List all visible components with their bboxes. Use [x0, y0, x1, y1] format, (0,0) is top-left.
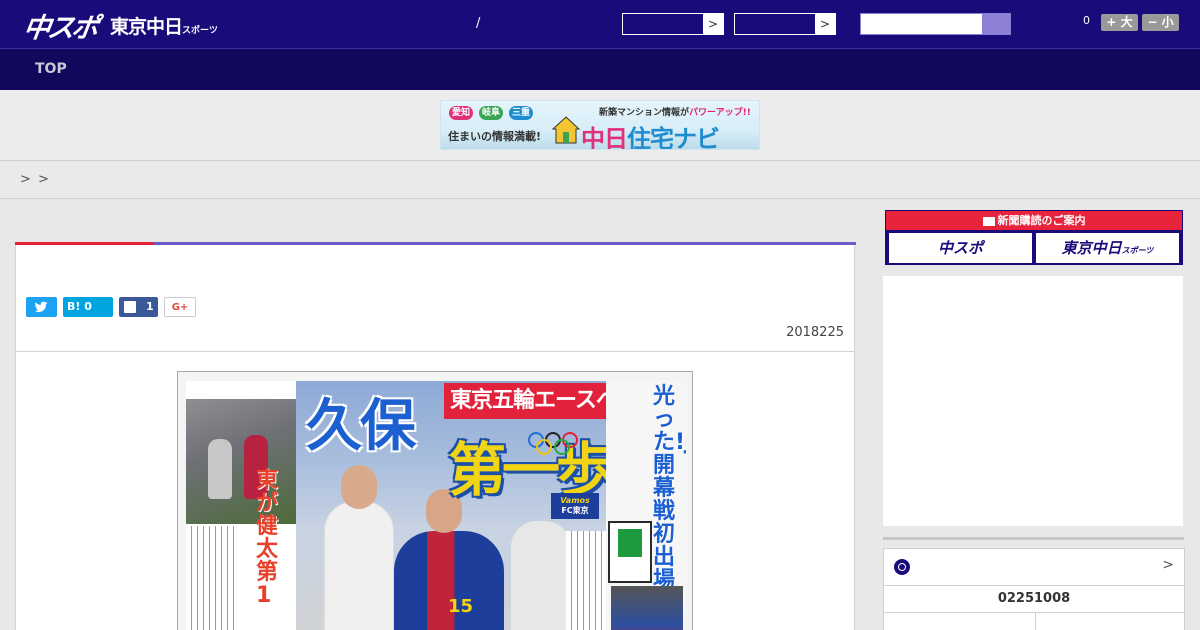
share-gplus-button[interactable]: G+	[164, 297, 196, 317]
breadcrumb: > >	[0, 162, 1200, 199]
subscription-header-text: 新聞購読のご案内	[997, 214, 1086, 227]
pill-gifu: 岐阜	[479, 106, 503, 120]
nav-item-top[interactable]: TOP	[35, 61, 67, 77]
front-page-inner: 15 東が健太第1 久保 東京五輪エースへ 第一歩 Vamos FC東京 光った!…	[186, 381, 686, 630]
player-number: 15	[448, 596, 474, 617]
banner-tagline: 新築マンション情報がパワーアップ!!	[599, 105, 751, 118]
facebook-count: 1	[146, 300, 154, 313]
article-divider	[16, 351, 854, 352]
breadcrumb-separator: >	[38, 172, 49, 187]
search-button[interactable]	[982, 14, 1010, 34]
header-count: 0	[1083, 14, 1090, 27]
widget-more-link[interactable]: >	[1162, 557, 1174, 573]
headline-red-banner: 東京五輪エースへ	[444, 383, 623, 419]
inset-photo-2	[611, 586, 683, 630]
share-facebook-button[interactable]: 1	[119, 297, 158, 317]
subscription-box: 新聞購読のご案内 中スポ 東京中日スポーツ	[885, 210, 1183, 265]
subscribe-tokyo-small: スポーツ	[1121, 246, 1154, 255]
article-card: B! 0 1 G+ 2018225 15 東が健太第1 久保 東京五輪エースへ …	[15, 242, 856, 630]
sponsor-logo: Vamos	[560, 496, 590, 505]
house-icon	[551, 116, 581, 144]
banner-tagline-b: パワーアップ!!	[689, 108, 751, 118]
ad-band: 愛知 岐阜 三重 住まいの情報満載! 新築マンション情報がパワーアップ!! 中日…	[0, 90, 1200, 161]
banner-subtitle: 住まいの情報満載!	[448, 130, 542, 143]
font-size-smaller-button[interactable]: − 小	[1142, 14, 1179, 31]
chevron-right-icon: >	[703, 14, 723, 34]
font-size-larger-button[interactable]: + 大	[1101, 14, 1138, 31]
j-league-logo-box	[608, 521, 652, 583]
headline-main: 久保	[306, 394, 416, 459]
sidebar-ad-slot[interactable]	[883, 276, 1183, 526]
baseball-icon	[894, 559, 910, 575]
club-badge: Vamos FC東京	[551, 493, 599, 519]
tokyo-chunichi-logo-text: 東京中日	[110, 16, 183, 38]
chevron-right-icon: >	[815, 14, 835, 34]
banner-tagline-a: 新築マンション情報が	[599, 108, 690, 118]
facebook-icon	[124, 301, 136, 313]
widget-divider	[884, 612, 1184, 613]
breadcrumb-separator: >	[20, 172, 31, 187]
pill-mie: 三重	[509, 106, 533, 120]
j-league-icon	[618, 529, 642, 557]
subscribe-tokyo-text: 東京中日	[1061, 239, 1122, 257]
share-hatena-button[interactable]: B! 0	[63, 297, 113, 317]
article-accent-red	[15, 242, 154, 245]
subscribe-chuspo-button[interactable]: 中スポ	[889, 233, 1032, 263]
club-badge-text: FC東京	[561, 506, 589, 515]
inset-player-1	[208, 439, 232, 499]
newspaper-icon	[982, 216, 995, 226]
tokyo-chunichi-logo[interactable]: 東京中日スポーツ	[110, 12, 218, 39]
widget-vertical-divider	[1035, 613, 1036, 630]
site-header: 中スポ 東京中日スポーツ / > > 0 + 大 − 小	[0, 0, 1200, 48]
global-nav: TOP	[0, 48, 1200, 90]
category-select-2[interactable]: >	[734, 13, 836, 35]
chunichi-jutaku-navi-banner[interactable]: 愛知 岐阜 三重 住まいの情報満載! 新築マンション情報がパワーアップ!! 中日…	[440, 100, 760, 150]
widget-date-id: 02251008	[997, 591, 1071, 606]
article-accent-purple	[154, 242, 856, 245]
newspaper-front-page-image[interactable]: 15 東が健太第1 久保 東京五輪エースへ 第一歩 Vamos FC東京 光った!…	[177, 371, 693, 630]
headline-left: 東が健太第1	[256, 468, 279, 608]
tokyo-chunichi-logo-small: スポーツ	[182, 26, 218, 36]
headline-vertical: 光った!J1開幕戦初出場	[653, 384, 686, 593]
subscription-header: 新聞購読のご案内	[886, 211, 1182, 230]
olympic-rings-icon	[528, 432, 578, 455]
banner-brand-a: 中日	[581, 125, 628, 150]
text-column-right	[566, 531, 606, 630]
search-box	[860, 13, 1011, 35]
subscribe-tokyo-chunichi-button[interactable]: 東京中日スポーツ	[1036, 233, 1179, 263]
widget-divider	[884, 585, 1184, 586]
chuspo-logo[interactable]: 中スポ	[21, 6, 98, 45]
banner-brand: 中日住宅ナビ	[581, 119, 720, 150]
player-face	[341, 465, 377, 509]
sidebar-divider	[883, 537, 1184, 540]
text-column-left	[186, 526, 236, 630]
article-date: 2018225	[786, 325, 844, 340]
header-separator: /	[476, 16, 481, 31]
category-select-1[interactable]: >	[622, 13, 724, 35]
twitter-icon	[34, 301, 48, 313]
pill-aichi: 愛知	[449, 106, 473, 120]
player-right	[511, 521, 571, 630]
banner-brand-b: 住宅ナビ	[627, 125, 720, 150]
share-twitter-button[interactable]	[26, 297, 57, 317]
search-input[interactable]	[861, 14, 982, 34]
score-widget: > 02251008	[883, 548, 1185, 630]
player-white	[324, 501, 394, 630]
